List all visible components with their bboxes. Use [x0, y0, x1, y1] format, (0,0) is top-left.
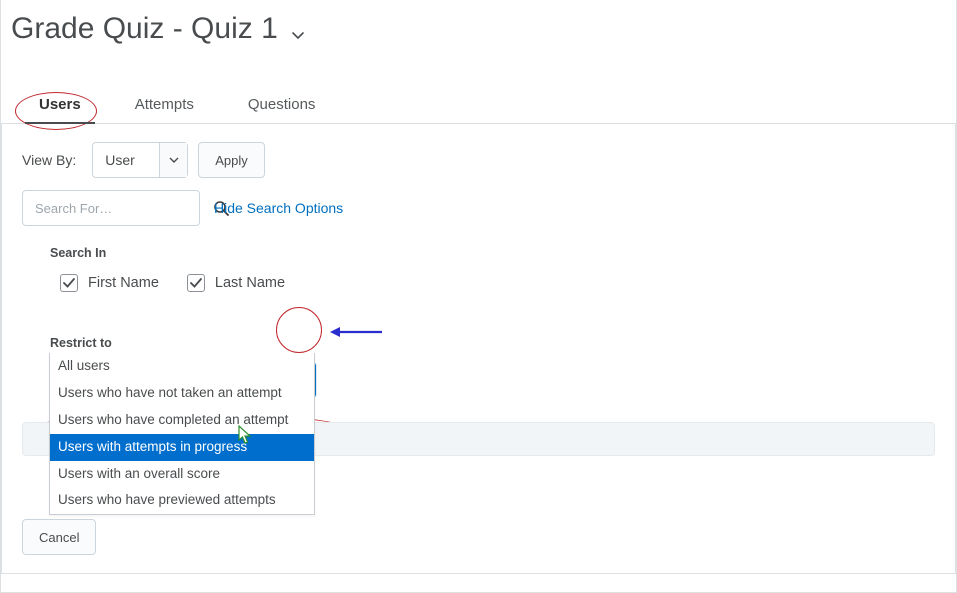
search-in-heading: Search In	[50, 246, 937, 260]
check-label: First Name	[88, 275, 159, 291]
search-box	[22, 190, 200, 226]
restrict-to-heading: Restrict to	[50, 336, 937, 350]
viewby-row: View By: User Apply	[22, 142, 937, 178]
search-in-checks: First Name Last Name	[60, 274, 937, 292]
grade-quiz-page: Grade Quiz - Quiz 1 Users Attempts Quest…	[0, 0, 957, 593]
last-name-check[interactable]: Last Name	[187, 274, 285, 292]
tab-users[interactable]: Users	[25, 86, 95, 123]
apply-button[interactable]: Apply	[198, 142, 265, 178]
tab-label: Attempts	[135, 96, 194, 113]
hide-search-options-link[interactable]: Hide Search Options	[214, 200, 343, 216]
chevron-down-icon	[159, 143, 187, 177]
apply-label: Apply	[215, 153, 248, 168]
tab-attempts[interactable]: Attempts	[121, 86, 208, 123]
cancel-label: Cancel	[39, 530, 79, 545]
viewby-label: View By:	[22, 152, 76, 168]
restrict-option-all-users[interactable]: All users	[50, 353, 314, 380]
tab-label: Questions	[248, 96, 316, 113]
check-label: Last Name	[215, 275, 285, 291]
cancel-button[interactable]: Cancel	[22, 519, 96, 555]
search-input[interactable]	[33, 200, 213, 217]
footer: Cancel	[22, 519, 96, 555]
first-name-check[interactable]: First Name	[60, 274, 159, 292]
checkbox-icon	[187, 274, 205, 292]
title-row: Grade Quiz - Quiz 1	[1, 0, 956, 46]
restrict-dropdown: All users Users who have not taken an at…	[49, 353, 315, 515]
panel: View By: User Apply Hi	[1, 124, 956, 574]
title-dropdown-icon[interactable]	[292, 18, 304, 40]
restrict-option-completed[interactable]: Users who have completed an attempt	[50, 407, 314, 434]
tabs: Users Attempts Questions	[1, 86, 956, 124]
restrict-option-not-taken[interactable]: Users who have not taken an attempt	[50, 380, 314, 407]
page-title: Grade Quiz - Quiz 1	[11, 12, 278, 46]
tab-label: Users	[39, 96, 81, 113]
viewby-selected: User	[105, 152, 135, 168]
search-row: Hide Search Options	[22, 190, 937, 226]
viewby-select[interactable]: User	[92, 142, 188, 178]
restrict-option-in-progress[interactable]: Users with attempts in progress	[50, 434, 314, 461]
checkbox-icon	[60, 274, 78, 292]
tab-questions[interactable]: Questions	[234, 86, 330, 123]
restrict-option-previewed[interactable]: Users who have previewed attempts	[50, 487, 314, 514]
restrict-option-overall-score[interactable]: Users with an overall score	[50, 461, 314, 488]
